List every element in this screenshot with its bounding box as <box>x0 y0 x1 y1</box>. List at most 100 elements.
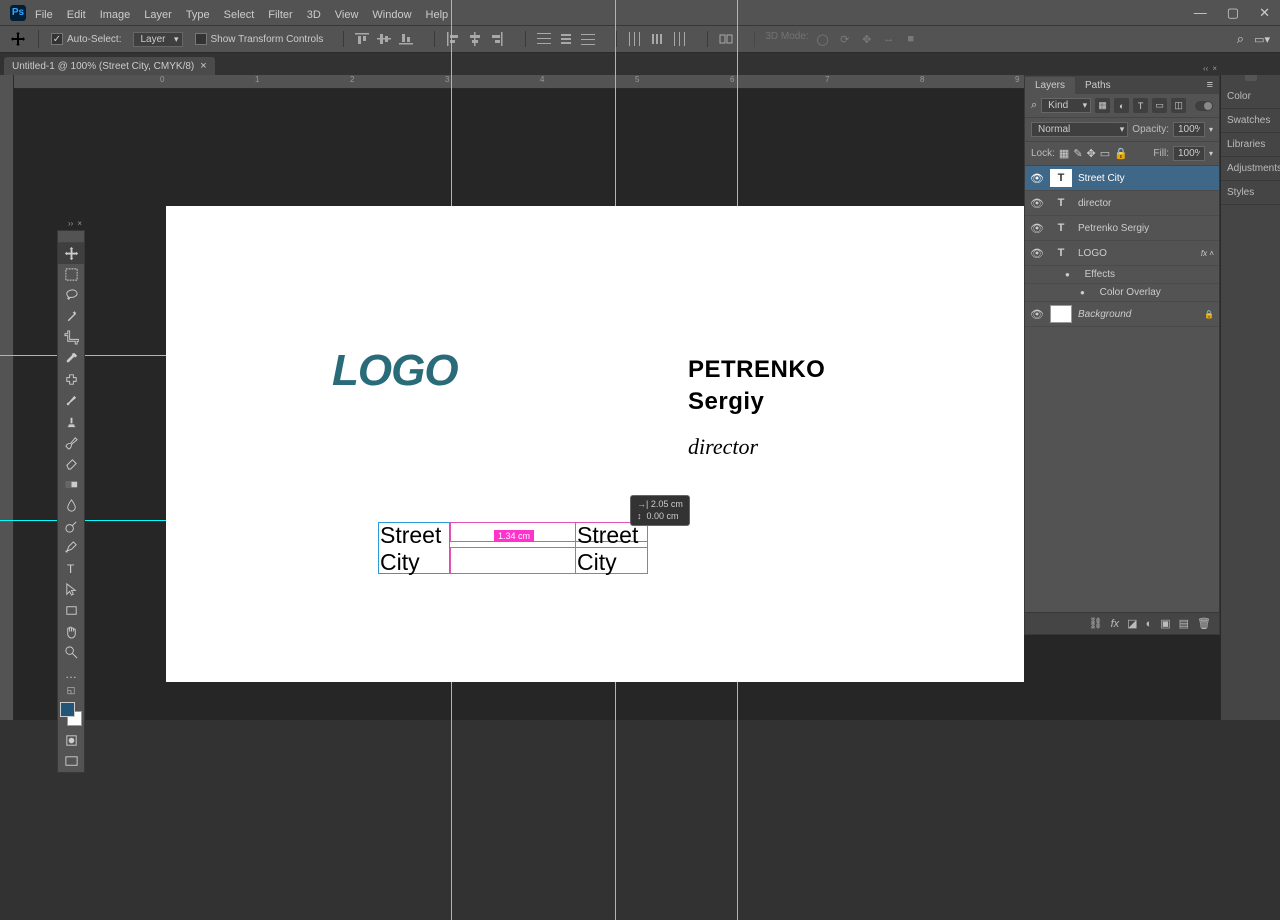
history-brush-tool[interactable] <box>58 432 84 453</box>
dock-grip-icon[interactable] <box>1245 75 1257 81</box>
marquee-tool[interactable] <box>58 264 84 285</box>
type-tool[interactable]: T <box>58 558 84 579</box>
text-street-city-dragging[interactable]: StreetCity <box>577 522 638 576</box>
blend-mode-dropdown[interactable]: Normal <box>1031 122 1128 137</box>
layer-effects-row[interactable]: ● Effects <box>1025 266 1219 284</box>
dist-top-icon[interactable] <box>536 31 552 47</box>
screen-mode-tool[interactable] <box>58 751 84 772</box>
layer-filter-kind-dropdown[interactable]: Kind <box>1041 98 1091 113</box>
lock-artboard-icon[interactable]: ▭ <box>1100 147 1110 160</box>
hand-tool[interactable] <box>58 621 84 642</box>
layer-row[interactable]: 👁 T Street City <box>1025 166 1219 191</box>
crop-tool[interactable] <box>58 327 84 348</box>
filter-smart-icon[interactable]: ◫ <box>1171 98 1186 113</box>
swatches-panel-tab[interactable]: Swatches <box>1221 109 1280 133</box>
menu-help[interactable]: Help <box>426 9 449 21</box>
move-tool[interactable] <box>58 243 84 264</box>
menu-layer[interactable]: Layer <box>144 9 172 21</box>
stamp-tool[interactable] <box>58 411 84 432</box>
show-transform-checkbox[interactable]: Show Transform Controls <box>195 33 324 45</box>
lock-all-icon[interactable]: 🔒 <box>1114 147 1128 160</box>
workspace-switch-icon[interactable]: ▭▾ <box>1254 33 1270 46</box>
libraries-panel-tab[interactable]: Libraries <box>1221 133 1280 157</box>
layer-row[interactable]: 👁 T Petrenko Sergiy <box>1025 216 1219 241</box>
text-street-city-original[interactable]: StreetCity <box>380 522 441 576</box>
layer-row[interactable]: 👁 T LOGO fx ˄ <box>1025 241 1219 266</box>
lock-transparency-icon[interactable]: ▦ <box>1059 147 1069 160</box>
menu-view[interactable]: View <box>335 9 359 21</box>
align-bottom-icon[interactable] <box>398 31 414 47</box>
document-tab[interactable]: Untitled-1 @ 100% (Street City, CMYK/8) … <box>4 57 215 75</box>
wand-tool[interactable] <box>58 306 84 327</box>
layer-name[interactable]: Street City <box>1078 173 1125 184</box>
layer-fx-icon[interactable]: fx <box>1111 618 1120 630</box>
color-swatches[interactable] <box>58 700 84 726</box>
styles-panel-tab[interactable]: Styles <box>1221 181 1280 205</box>
close-icon[interactable]: ✕ <box>1259 5 1270 21</box>
close-tab-icon[interactable]: × <box>200 60 206 72</box>
new-group-icon[interactable]: ▣ <box>1160 617 1170 630</box>
brush-tool[interactable] <box>58 390 84 411</box>
text-role[interactable]: director <box>688 434 758 460</box>
dodge-tool[interactable] <box>58 516 84 537</box>
minimize-icon[interactable]: — <box>1194 5 1207 20</box>
fill-input[interactable] <box>1173 146 1205 161</box>
menu-image[interactable]: Image <box>100 9 131 21</box>
dist-bottom-icon[interactable] <box>580 31 596 47</box>
menu-file[interactable]: File <box>35 9 53 21</box>
canvas[interactable]: LOGO PETRENKOSergiy director StreetCity … <box>166 206 1024 682</box>
layer-name[interactable]: LOGO <box>1078 248 1107 259</box>
menu-select[interactable]: Select <box>224 9 255 21</box>
pen-tool[interactable] <box>58 537 84 558</box>
eraser-tool[interactable] <box>58 453 84 474</box>
layers-tab[interactable]: Layers <box>1025 77 1075 94</box>
close-panel-icon[interactable]: × <box>77 219 82 228</box>
default-colors-icon[interactable]: ◱ <box>58 684 84 696</box>
align-left-icon[interactable] <box>445 31 461 47</box>
dist-hcenter-icon[interactable] <box>649 31 665 47</box>
opacity-input[interactable] <box>1173 122 1205 137</box>
auto-select-checkbox[interactable]: Auto-Select: <box>51 33 121 45</box>
menu-filter[interactable]: Filter <box>268 9 292 21</box>
align-top-icon[interactable] <box>354 31 370 47</box>
layer-name[interactable]: Background <box>1078 309 1131 320</box>
panel-menu-icon[interactable]: ≡ <box>1207 79 1219 91</box>
delete-layer-icon[interactable]: 🗑 <box>1197 617 1211 630</box>
menu-3d[interactable]: 3D <box>307 9 321 21</box>
link-layers-icon[interactable]: ⛓ <box>1089 617 1103 630</box>
visibility-icon[interactable]: 👁 <box>1030 308 1044 321</box>
auto-align-icon[interactable] <box>718 31 734 47</box>
adjustment-layer-icon[interactable]: ◐ <box>1146 618 1153 630</box>
search-icon[interactable]: ⌕ <box>1237 31 1244 47</box>
dist-right-icon[interactable] <box>671 31 687 47</box>
text-logo[interactable]: LOGO <box>332 346 458 396</box>
color-panel-tab[interactable]: Color <box>1221 85 1280 109</box>
align-hcenter-icon[interactable] <box>467 31 483 47</box>
lasso-tool[interactable] <box>58 285 84 306</box>
lock-position-icon[interactable]: ✥ <box>1087 147 1096 160</box>
lock-pixels-icon[interactable]: ✎ <box>1073 147 1082 160</box>
dist-vcenter-icon[interactable] <box>558 31 574 47</box>
path-select-tool[interactable] <box>58 579 84 600</box>
filter-type-icon[interactable]: T <box>1133 98 1148 113</box>
filter-pixel-icon[interactable]: ▦ <box>1095 98 1110 113</box>
auto-select-target-dropdown[interactable]: Layer <box>133 32 182 47</box>
layer-name[interactable]: Petrenko Sergiy <box>1078 223 1149 234</box>
layer-name[interactable]: director <box>1078 198 1111 209</box>
menu-edit[interactable]: Edit <box>67 9 86 21</box>
layer-row[interactable]: 👁 Background 🔒 <box>1025 302 1219 327</box>
close-panel-icon[interactable]: × <box>1212 64 1217 73</box>
paths-tab[interactable]: Paths <box>1075 77 1121 94</box>
text-name[interactable]: PETRENKOSergiy <box>688 354 825 419</box>
visibility-icon[interactable]: 👁 <box>1030 222 1044 235</box>
maximize-icon[interactable]: ▢ <box>1227 5 1239 21</box>
layer-row[interactable]: 👁 T director <box>1025 191 1219 216</box>
heal-tool[interactable] <box>58 369 84 390</box>
blur-tool[interactable] <box>58 495 84 516</box>
gradient-tool[interactable] <box>58 474 84 495</box>
fx-badge[interactable]: fx ˄ <box>1201 249 1214 258</box>
eyedropper-tool[interactable] <box>58 348 84 369</box>
visibility-icon[interactable]: 👁 <box>1030 197 1044 210</box>
align-vcenter-icon[interactable] <box>376 31 392 47</box>
collapse-icon[interactable]: ›› <box>68 219 73 228</box>
